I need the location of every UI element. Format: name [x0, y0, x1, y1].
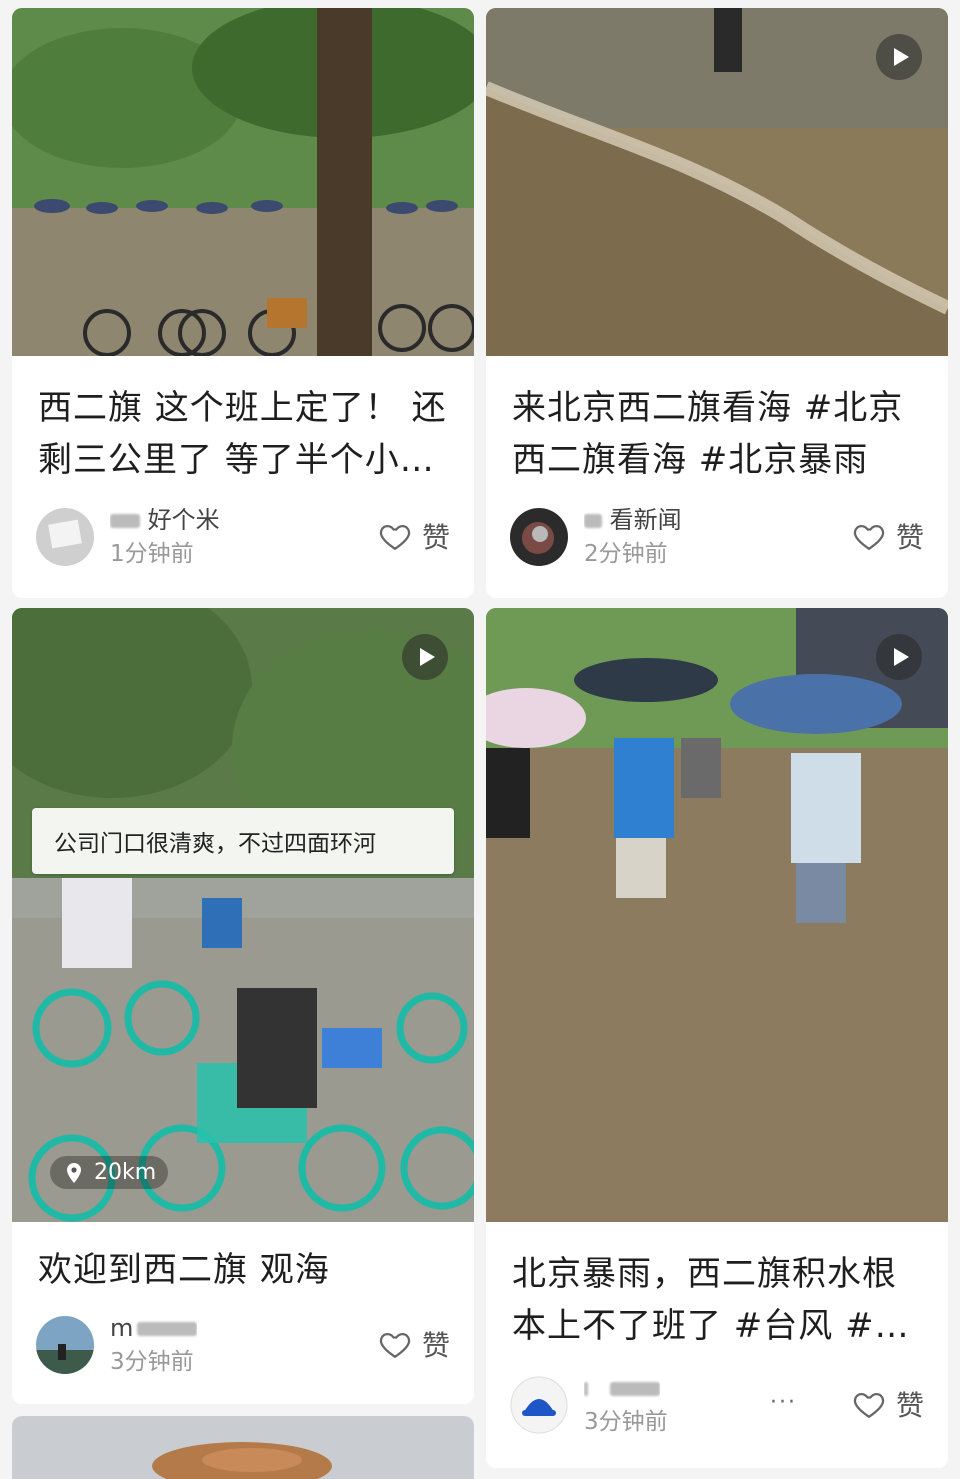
avatar[interactable] [510, 508, 568, 566]
more-dots[interactable]: ··· [770, 1390, 797, 1415]
note-meta: 好个米 1分钟前 赞 [36, 508, 450, 572]
like-label: 赞 [421, 1329, 450, 1362]
note-feed: 西二旗 这个班上定了！ 还剩三公里了 等了半个小… 好个米 1分钟前 赞 来北京… [0, 0, 960, 1479]
heart-icon [379, 524, 411, 551]
video-caption-overlay: 公司门口很清爽，不过四面环河 [32, 808, 454, 874]
video-play-icon [876, 34, 922, 80]
post-time: 3分钟前 [584, 1409, 668, 1435]
like-button[interactable]: 赞 [378, 516, 450, 556]
note-meta: ··· 3分钟前 赞 [510, 1376, 924, 1440]
like-label: 赞 [895, 1389, 924, 1422]
note-card-1[interactable]: 西二旗 这个班上定了！ 还剩三公里了 等了半个小… 好个米 1分钟前 赞 [12, 8, 474, 598]
note-card-3[interactable]: 公司门口很清爽，不过四面环河 20km 欢迎到西二旗 观海 m 3分钟前 赞 [12, 608, 474, 1404]
heart-icon [379, 1332, 411, 1359]
note-title[interactable]: 北京暴雨，西二旗积水根本上不了班了 #台风 #… [512, 1248, 924, 1352]
note-cover-image[interactable] [486, 608, 948, 1222]
note-title[interactable]: 来北京西二旗看海 #北京西二旗看海 #北京暴雨 [512, 382, 924, 486]
note-card-4[interactable]: 北京暴雨，西二旗积水根本上不了班了 #台风 #… ··· 3分钟前 赞 [486, 608, 948, 1468]
note-cover-image[interactable]: 公司门口很清爽，不过四面环河 20km [12, 608, 474, 1222]
avatar[interactable] [36, 508, 94, 566]
avatar[interactable] [36, 1316, 94, 1374]
note-title[interactable]: 西二旗 这个班上定了！ 还剩三公里了 等了半个小… [38, 382, 450, 486]
username[interactable]: 好个米 [110, 508, 220, 530]
like-label: 赞 [421, 521, 450, 554]
location-distance: 20km [50, 1156, 169, 1189]
note-cover-image[interactable] [12, 8, 474, 356]
video-play-icon [402, 634, 448, 680]
note-card-5[interactable] [12, 1416, 474, 1479]
distance-label: 20km [94, 1160, 157, 1185]
like-label: 赞 [895, 521, 924, 554]
avatar[interactable] [510, 1376, 568, 1434]
note-cover-image[interactable] [12, 1416, 474, 1479]
note-card-2[interactable]: 来北京西二旗看海 #北京西二旗看海 #北京暴雨 看新闻 2分钟前 赞 [486, 8, 948, 598]
username[interactable] [584, 1376, 660, 1398]
like-button[interactable]: 赞 [378, 1324, 450, 1364]
video-play-icon [876, 634, 922, 680]
like-button[interactable]: 赞 [852, 1384, 924, 1424]
post-time: 3分钟前 [110, 1349, 194, 1375]
like-button[interactable]: 赞 [852, 516, 924, 556]
post-time: 2分钟前 [584, 541, 668, 567]
heart-icon [853, 524, 885, 551]
username[interactable]: m [110, 1316, 198, 1338]
note-meta: m 3分钟前 赞 [36, 1316, 450, 1380]
post-time: 1分钟前 [110, 541, 194, 567]
note-cover-image[interactable] [486, 8, 948, 356]
note-title[interactable]: 欢迎到西二旗 观海 [38, 1244, 450, 1296]
heart-icon [853, 1392, 885, 1419]
location-pin-icon [67, 1162, 81, 1183]
note-meta: 看新闻 2分钟前 赞 [510, 508, 924, 572]
username[interactable]: 看新闻 [584, 508, 682, 530]
